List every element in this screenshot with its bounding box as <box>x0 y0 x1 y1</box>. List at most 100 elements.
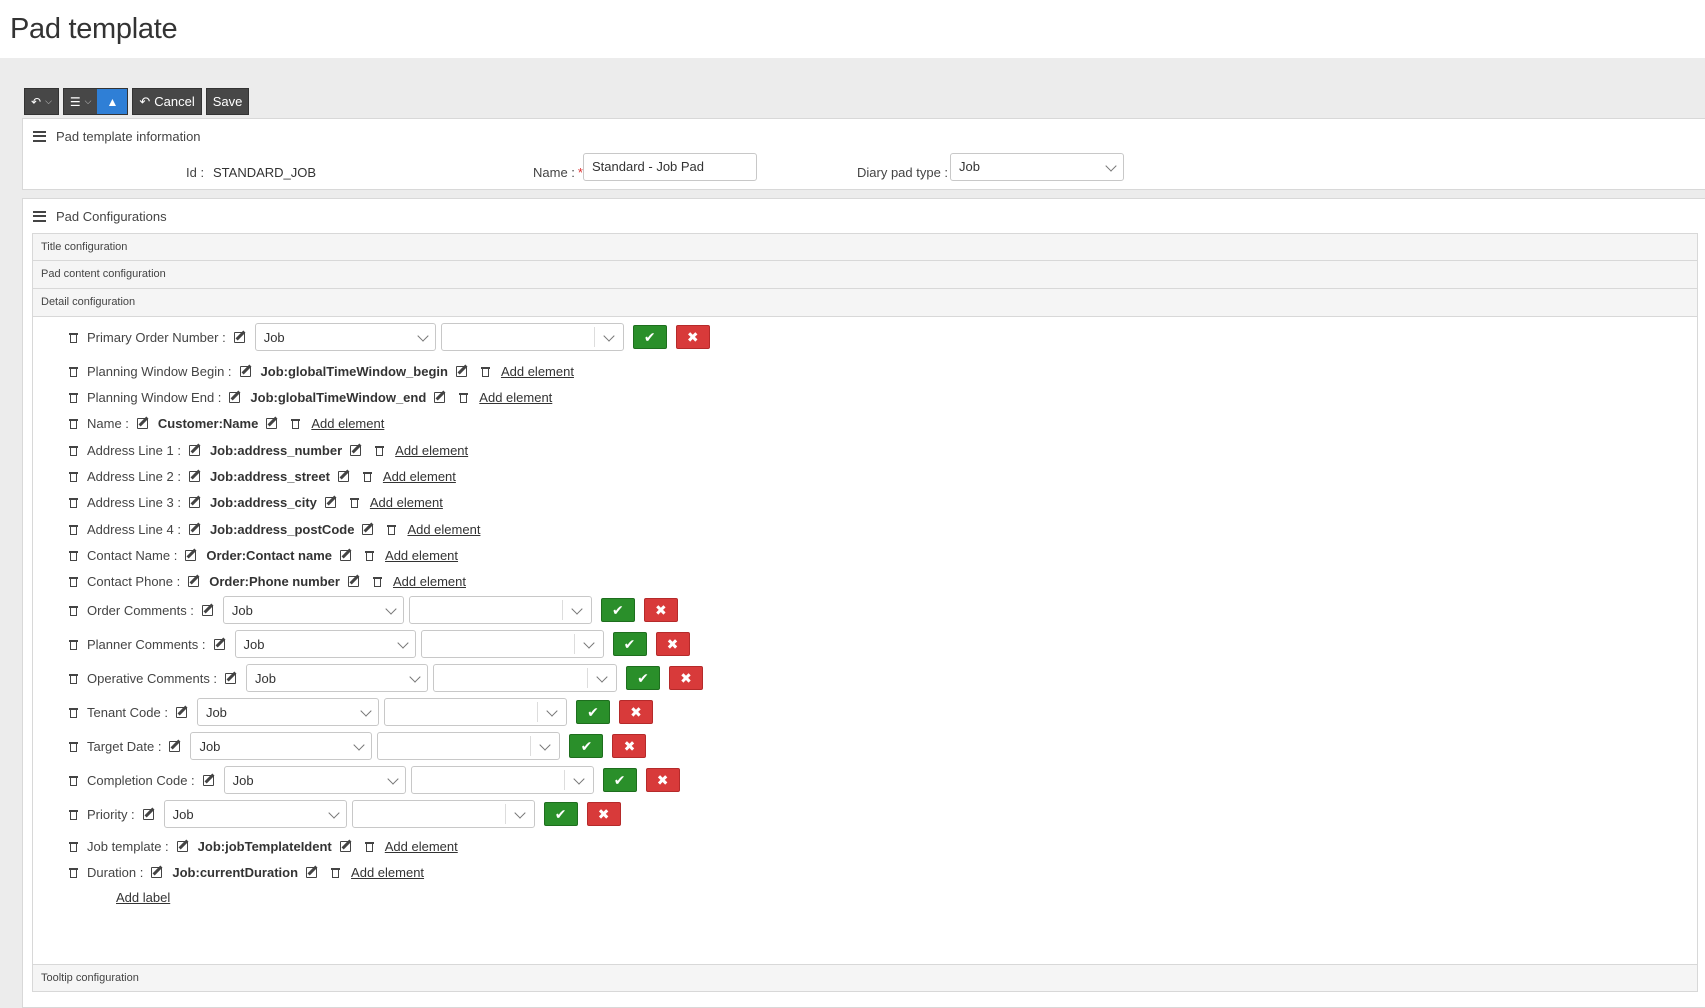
confirm-check-button[interactable]: ✔ <box>602 768 637 792</box>
add-element-link[interactable]: Add element <box>395 443 468 458</box>
edit-icon[interactable] <box>188 470 202 482</box>
edit-icon[interactable] <box>201 604 215 616</box>
entity-select[interactable]: Job <box>163 800 347 828</box>
edit-icon[interactable] <box>324 496 338 508</box>
entity-select[interactable]: Job <box>196 698 379 726</box>
edit-icon[interactable] <box>337 470 351 482</box>
field-select[interactable] <box>433 664 618 692</box>
entity-select[interactable]: Job <box>234 630 416 658</box>
section-detail-configuration[interactable]: Detail configuration <box>32 289 1698 317</box>
edit-icon[interactable] <box>213 638 227 650</box>
add-label-link[interactable]: Add label <box>116 890 170 905</box>
edit-icon[interactable] <box>350 444 363 456</box>
trash-icon[interactable] <box>331 867 341 878</box>
trash-icon[interactable] <box>69 445 78 456</box>
add-element-link[interactable]: Add element <box>385 839 458 854</box>
trash-icon[interactable] <box>69 550 78 561</box>
trash-icon[interactable] <box>291 418 301 429</box>
trash-icon[interactable] <box>69 775 78 786</box>
trash-icon[interactable] <box>69 471 78 482</box>
trash-icon[interactable] <box>362 471 372 482</box>
entity-select[interactable]: Job <box>246 664 429 692</box>
add-element-link[interactable]: Add element <box>351 865 424 880</box>
edit-icon[interactable] <box>185 549 198 561</box>
section-pad-content-configuration[interactable]: Pad content configuration <box>32 261 1698 289</box>
edit-icon[interactable] <box>434 391 447 403</box>
trash-icon[interactable] <box>69 497 78 508</box>
add-element-link[interactable]: Add element <box>407 522 480 537</box>
cancel-x-button[interactable]: ✖ <box>612 734 647 758</box>
trash-icon[interactable] <box>69 524 78 535</box>
edit-icon[interactable] <box>188 575 201 587</box>
edit-icon[interactable] <box>188 496 202 508</box>
back-dropdown-button[interactable]: ↶ ⌵ <box>24 88 59 115</box>
confirm-check-button[interactable]: ✔ <box>626 666 661 690</box>
field-select[interactable] <box>383 698 567 726</box>
confirm-check-button[interactable]: ✔ <box>632 325 667 349</box>
trash-icon[interactable] <box>69 392 78 403</box>
entity-select[interactable]: Job <box>190 732 373 760</box>
cancel-x-button[interactable]: ✖ <box>643 598 678 622</box>
edit-icon[interactable] <box>225 672 238 684</box>
edit-icon[interactable] <box>239 365 253 377</box>
field-select[interactable] <box>420 630 604 658</box>
trash-icon[interactable] <box>69 707 78 718</box>
field-select[interactable] <box>408 596 592 624</box>
trash-icon[interactable] <box>69 366 78 377</box>
confirm-check-button[interactable]: ✔ <box>543 802 578 826</box>
trash-icon[interactable] <box>364 841 374 852</box>
trash-icon[interactable] <box>375 445 385 456</box>
field-select[interactable] <box>440 323 624 351</box>
entity-select[interactable]: Job <box>254 323 436 351</box>
trash-icon[interactable] <box>69 418 78 429</box>
entity-select[interactable]: Job <box>223 766 406 794</box>
edit-icon[interactable] <box>339 840 353 852</box>
edit-icon[interactable] <box>233 331 247 343</box>
cancel-x-button[interactable]: ✖ <box>618 700 653 724</box>
edit-icon[interactable] <box>229 391 242 403</box>
edit-icon[interactable] <box>136 417 150 429</box>
field-select[interactable] <box>351 800 535 828</box>
section-tooltip-configuration[interactable]: Tooltip configuration <box>32 964 1698 992</box>
add-element-link[interactable]: Add element <box>479 390 552 405</box>
cancel-x-button[interactable]: ✖ <box>645 768 680 792</box>
name-field[interactable]: Standard - Job Pad <box>583 153 757 181</box>
trash-icon[interactable] <box>372 576 382 587</box>
list-view-button[interactable]: ☰ ⌵ <box>64 89 98 114</box>
trash-icon[interactable] <box>365 550 375 561</box>
edit-icon[interactable] <box>347 575 361 587</box>
edit-icon[interactable] <box>362 523 375 535</box>
trash-icon[interactable] <box>69 332 78 343</box>
edit-icon[interactable] <box>188 444 202 456</box>
cancel-x-button[interactable]: ✖ <box>675 325 710 349</box>
info-panel-header[interactable]: Pad template information <box>23 119 1705 153</box>
trash-icon[interactable] <box>69 576 78 587</box>
cancel-x-button[interactable]: ✖ <box>655 632 690 656</box>
add-element-link[interactable]: Add element <box>501 364 574 379</box>
edit-icon[interactable] <box>306 866 319 878</box>
trash-icon[interactable] <box>387 524 397 535</box>
field-select[interactable] <box>377 732 561 760</box>
edit-icon[interactable] <box>175 706 189 718</box>
cancel-button[interactable]: ↶ Cancel <box>132 88 202 115</box>
entity-select[interactable]: Job <box>222 596 404 624</box>
edit-icon[interactable] <box>151 866 164 878</box>
add-element-link[interactable]: Add element <box>311 416 384 431</box>
trash-icon[interactable] <box>69 673 78 684</box>
edit-icon[interactable] <box>202 774 216 786</box>
add-element-link[interactable]: Add element <box>370 495 443 510</box>
trash-icon[interactable] <box>480 366 490 377</box>
edit-icon[interactable] <box>188 523 202 535</box>
trash-icon[interactable] <box>459 392 469 403</box>
edit-icon[interactable] <box>455 365 469 377</box>
section-title-configuration[interactable]: Title configuration <box>32 233 1698 261</box>
trash-icon[interactable] <box>69 841 78 852</box>
diary-pad-type-select[interactable]: Job <box>950 153 1124 181</box>
add-element-link[interactable]: Add element <box>393 574 466 589</box>
confirm-check-button[interactable]: ✔ <box>600 598 635 622</box>
cancel-x-button[interactable]: ✖ <box>586 802 621 826</box>
edit-icon[interactable] <box>142 808 156 820</box>
trash-icon[interactable] <box>69 639 78 650</box>
add-element-link[interactable]: Add element <box>385 548 458 563</box>
edit-icon[interactable] <box>266 417 279 429</box>
